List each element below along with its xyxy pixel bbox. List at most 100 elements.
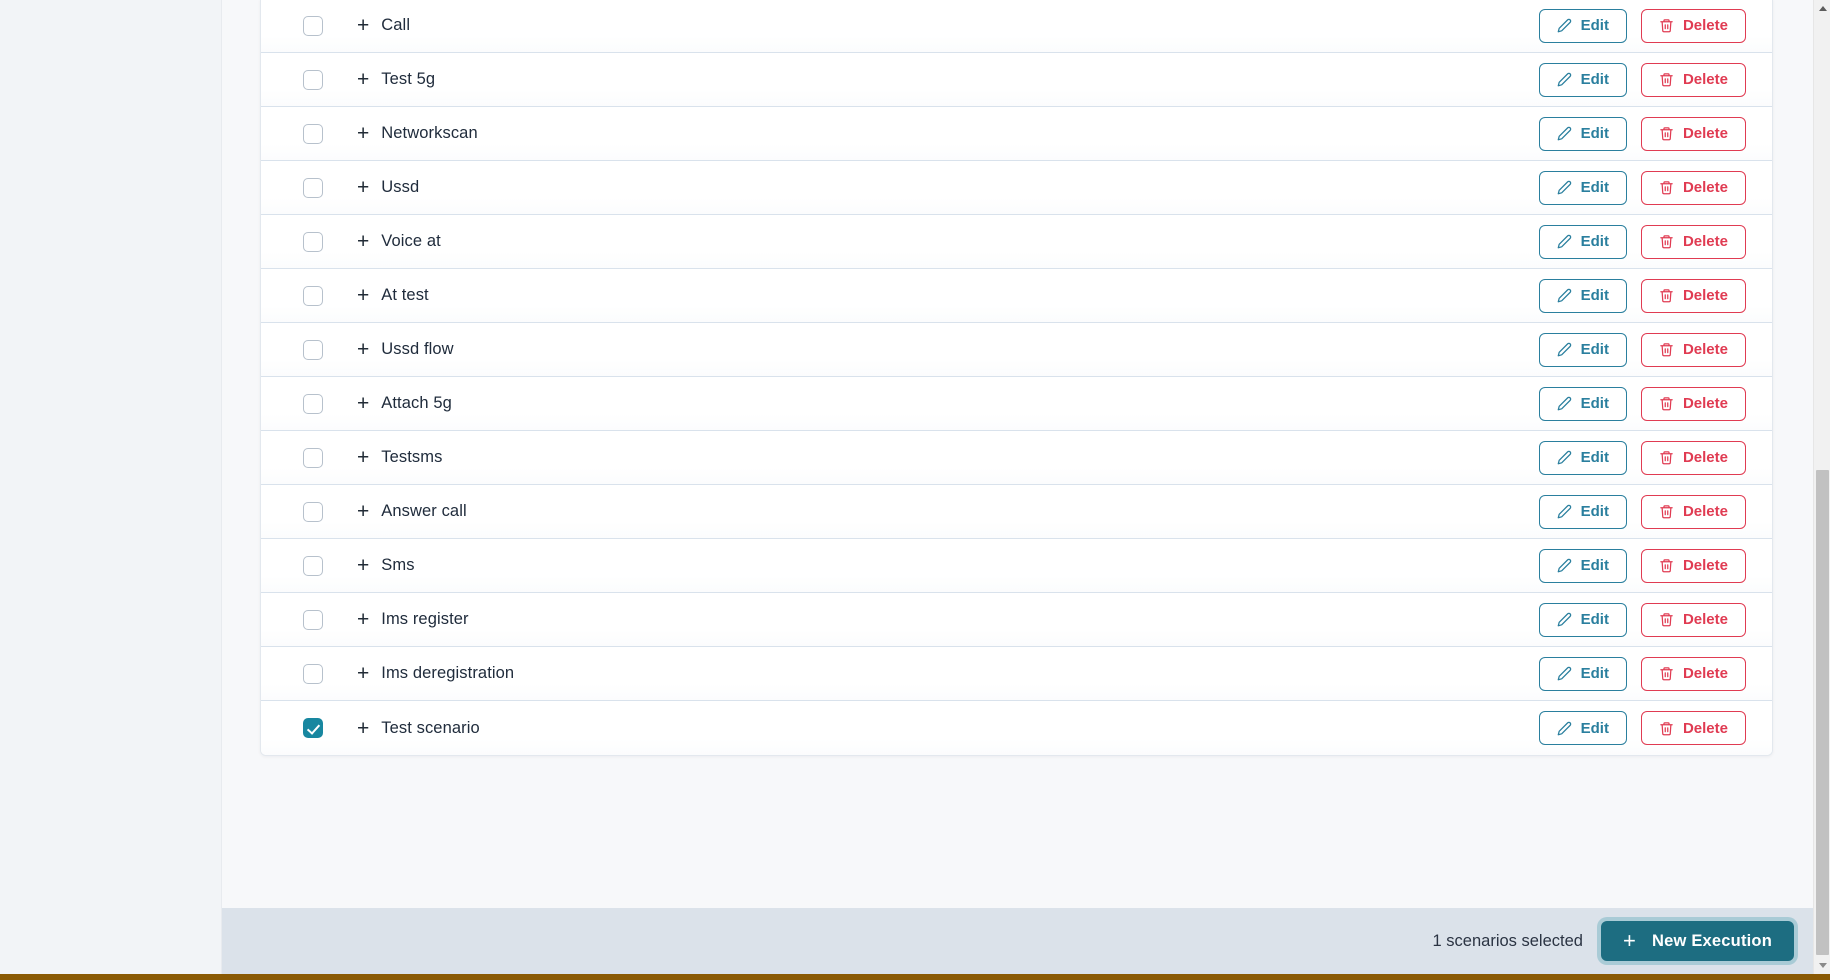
app-root: + Call Edit Delete + Test 5g Edit Delete + Networ… bbox=[0, 0, 1830, 980]
delete-button[interactable]: Delete bbox=[1640, 494, 1746, 529]
edit-button[interactable]: Edit bbox=[1538, 494, 1627, 529]
scenario-row-checkbox[interactable] bbox=[303, 285, 323, 306]
delete-button-label: Delete bbox=[1682, 125, 1728, 142]
edit-button-label: Edit bbox=[1580, 287, 1609, 304]
edit-button-label: Edit bbox=[1580, 503, 1609, 520]
delete-button[interactable]: Delete bbox=[1640, 224, 1746, 259]
pencil-icon bbox=[1557, 72, 1572, 87]
scenario-row-checkbox[interactable] bbox=[303, 393, 323, 414]
delete-button[interactable]: Delete bbox=[1640, 8, 1746, 43]
pencil-icon bbox=[1557, 558, 1572, 573]
scenario-row: + Ussd Edit Delete bbox=[261, 161, 1772, 215]
expand-row-icon[interactable]: + bbox=[357, 69, 369, 90]
row-actions: Edit Delete bbox=[1538, 62, 1772, 97]
pencil-icon bbox=[1557, 288, 1572, 303]
edit-button[interactable]: Edit bbox=[1538, 440, 1627, 475]
expand-row-icon[interactable]: + bbox=[357, 393, 369, 414]
scenario-row-checkbox[interactable] bbox=[303, 718, 323, 738]
scenario-row: + Ims deregistration Edit Delete bbox=[261, 647, 1772, 701]
row-actions: Edit Delete bbox=[1538, 656, 1772, 691]
vertical-scrollbar[interactable] bbox=[1813, 0, 1830, 974]
edit-button-label: Edit bbox=[1580, 719, 1609, 737]
scenario-row: + Attach 5g Edit Delete bbox=[261, 377, 1772, 431]
edit-button[interactable]: Edit bbox=[1538, 711, 1627, 745]
scenario-row: + Answer call Edit Delete bbox=[261, 485, 1772, 539]
delete-button-label: Delete bbox=[1682, 611, 1728, 628]
edit-button[interactable]: Edit bbox=[1538, 548, 1627, 583]
trash-icon bbox=[1659, 72, 1674, 87]
expand-row-icon[interactable]: + bbox=[357, 447, 369, 468]
scenario-row-checkbox[interactable] bbox=[303, 501, 323, 522]
delete-button[interactable]: Delete bbox=[1640, 62, 1746, 97]
edit-button-label: Edit bbox=[1580, 17, 1609, 34]
expand-row-icon[interactable]: + bbox=[357, 15, 369, 36]
expand-row-icon[interactable]: + bbox=[357, 663, 369, 684]
edit-button[interactable]: Edit bbox=[1538, 602, 1627, 637]
edit-button[interactable]: Edit bbox=[1538, 116, 1627, 151]
scenario-row-checkbox[interactable] bbox=[303, 339, 323, 360]
edit-button[interactable]: Edit bbox=[1538, 224, 1627, 259]
scenario-row-checkbox[interactable] bbox=[303, 69, 323, 90]
edit-button[interactable]: Edit bbox=[1538, 656, 1627, 691]
delete-button[interactable]: Delete bbox=[1640, 116, 1746, 151]
trash-icon bbox=[1659, 721, 1674, 736]
delete-button[interactable]: Delete bbox=[1640, 170, 1746, 205]
scrollbar-up-arrow-icon[interactable] bbox=[1814, 0, 1830, 17]
row-actions: Edit Delete bbox=[1538, 440, 1772, 475]
edit-button[interactable]: Edit bbox=[1538, 170, 1627, 205]
expand-row-icon[interactable]: + bbox=[357, 501, 369, 522]
delete-button[interactable]: Delete bbox=[1640, 602, 1746, 637]
trash-icon bbox=[1659, 342, 1674, 357]
scenario-row-checkbox[interactable] bbox=[303, 663, 323, 684]
expand-row-icon[interactable]: + bbox=[357, 609, 369, 630]
edit-button-label: Edit bbox=[1580, 179, 1609, 196]
edit-button[interactable]: Edit bbox=[1538, 8, 1627, 43]
edit-button[interactable]: Edit bbox=[1538, 332, 1627, 367]
trash-icon bbox=[1659, 126, 1674, 141]
scenario-name-label: Test 5g bbox=[381, 70, 436, 88]
new-execution-button[interactable]: + New Execution bbox=[1600, 921, 1794, 961]
delete-button-label: Delete bbox=[1682, 287, 1728, 304]
scenario-row-checkbox[interactable] bbox=[303, 555, 323, 576]
scenario-row-checkbox[interactable] bbox=[303, 609, 323, 630]
row-actions: Edit Delete bbox=[1538, 711, 1772, 745]
delete-button[interactable]: Delete bbox=[1640, 332, 1746, 367]
scrollbar-thumb[interactable] bbox=[1816, 470, 1829, 955]
delete-button[interactable]: Delete bbox=[1640, 711, 1746, 745]
delete-button-label: Delete bbox=[1682, 503, 1728, 520]
scenario-name-label: Voice at bbox=[381, 232, 441, 250]
new-execution-label: New Execution bbox=[1652, 931, 1772, 950]
scenario-name-label: Attach 5g bbox=[381, 394, 452, 412]
delete-button[interactable]: Delete bbox=[1640, 548, 1746, 583]
delete-button[interactable]: Delete bbox=[1640, 656, 1746, 691]
edit-button-label: Edit bbox=[1580, 449, 1609, 466]
delete-button-label: Delete bbox=[1682, 395, 1728, 412]
scenario-name-label: Testsms bbox=[381, 448, 443, 466]
expand-row-icon[interactable]: + bbox=[357, 123, 369, 144]
delete-button-label: Delete bbox=[1682, 449, 1728, 466]
scenario-row-checkbox[interactable] bbox=[303, 447, 323, 468]
expand-row-icon[interactable]: + bbox=[357, 285, 369, 306]
edit-button[interactable]: Edit bbox=[1538, 278, 1627, 313]
delete-button[interactable]: Delete bbox=[1640, 386, 1746, 421]
expand-row-icon[interactable]: + bbox=[357, 339, 369, 360]
scenario-row-checkbox[interactable] bbox=[303, 177, 323, 198]
edit-button-label: Edit bbox=[1580, 557, 1609, 574]
edit-button[interactable]: Edit bbox=[1538, 62, 1627, 97]
expand-row-icon[interactable]: + bbox=[357, 555, 369, 576]
expand-row-icon[interactable]: + bbox=[357, 231, 369, 252]
edit-button[interactable]: Edit bbox=[1538, 386, 1627, 421]
pencil-icon bbox=[1557, 612, 1572, 627]
scenario-name-label: Answer call bbox=[381, 502, 467, 520]
scenario-row-checkbox[interactable] bbox=[303, 15, 323, 36]
scenario-row: + Test scenario Edit Delete bbox=[261, 701, 1772, 755]
delete-button[interactable]: Delete bbox=[1640, 278, 1746, 313]
scrollbar-down-arrow-icon[interactable] bbox=[1814, 957, 1830, 974]
scenario-row-checkbox[interactable] bbox=[303, 123, 323, 144]
expand-row-icon[interactable]: + bbox=[357, 177, 369, 198]
expand-row-icon[interactable]: + bbox=[357, 718, 369, 739]
delete-button-label: Delete bbox=[1682, 341, 1728, 358]
scenario-row-checkbox[interactable] bbox=[303, 231, 323, 252]
delete-button[interactable]: Delete bbox=[1640, 440, 1746, 475]
bottom-action-bar: 1 scenarios selected + New Execution bbox=[222, 908, 1830, 974]
